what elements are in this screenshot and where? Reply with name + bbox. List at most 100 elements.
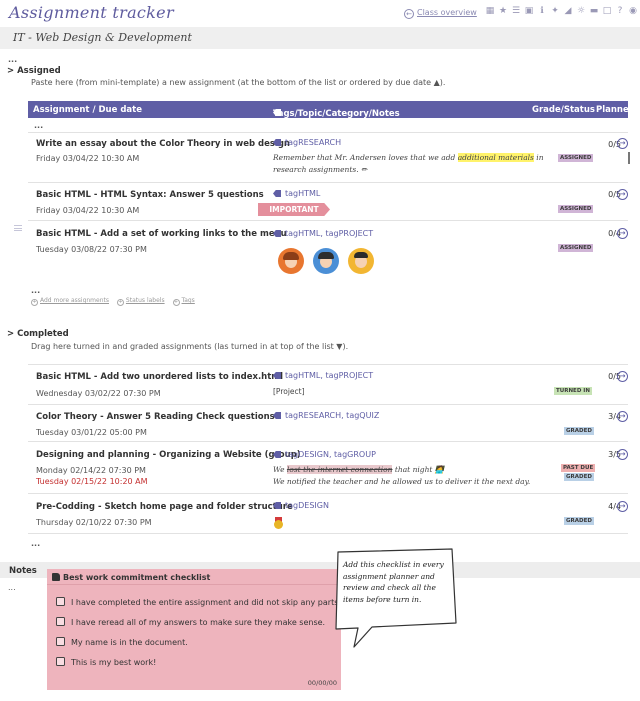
drag-handle-icon[interactable] (14, 225, 22, 231)
add-more-link[interactable]: Add more assignments (40, 297, 109, 304)
note-text: We notified the teacher and he allowed u… (273, 477, 531, 486)
back-arrow-icon: ← (404, 9, 414, 19)
status-labels-link[interactable]: Status labels (126, 297, 165, 304)
due-date: Thursday 02/10/22 07:30 PM (36, 518, 152, 527)
grade-value: 0/5 (608, 140, 621, 149)
checklist-item-text: I have reread all of my answers to make … (71, 618, 326, 627)
assignment-title[interactable]: Basic HTML - Add a set of working links … (36, 229, 287, 239)
tag-icon (273, 190, 281, 197)
help-icon[interactable]: ? (615, 6, 625, 17)
grade-value: 3/4 (608, 412, 621, 421)
tag-text[interactable]: tagRESEARCH (285, 138, 341, 147)
ellipsis-completed: ... (31, 539, 41, 548)
tag-text[interactable]: tagDESIGN (285, 501, 329, 510)
tag-text[interactable]: tagDESIGN, tagGROUP (285, 450, 376, 459)
tag-list: tagRESEARCH, tagQUIZ (273, 411, 379, 420)
assignment-title[interactable]: Designing and planning - Organizing a We… (36, 450, 301, 460)
assignment-title[interactable]: Color Theory - Answer 5 Reading Check qu… (36, 412, 275, 422)
note-text: We (273, 465, 287, 474)
planner-arrow-icon[interactable]: → (617, 228, 628, 239)
note-scrollbar[interactable] (628, 152, 630, 164)
completed-hint: Drag here turned in and graded assignmen… (31, 342, 349, 351)
tag-list: tagDESIGN (273, 501, 329, 510)
notes-label: Notes (9, 566, 37, 576)
notes-ellipsis: ... (8, 583, 16, 592)
checklist-item[interactable]: This is my best work! (56, 657, 156, 667)
completed-heading[interactable]: > Completed (7, 329, 69, 339)
plus-icon: + (31, 299, 38, 306)
tag-text[interactable]: tagRESEARCH, tagQUIZ (285, 411, 379, 420)
checklist-date: 00/00/00 (307, 679, 337, 687)
avatar-man-icon (348, 248, 374, 274)
barcode-icon[interactable]: ▦ (485, 6, 495, 17)
assignment-title[interactable]: Write an essay about the Color Theory in… (36, 139, 290, 149)
table-row[interactable]: Designing and planning - Organizing a We… (28, 442, 628, 492)
note-text: Remember that Mr. Andersen loves that we… (273, 153, 458, 162)
list-icon[interactable]: ☰ (511, 6, 521, 17)
ellipsis-table: ... (34, 121, 44, 130)
document-icon[interactable]: □ (602, 6, 612, 17)
top-bar: Assignment tracker ← Class overview ▦ ★ ☰… (0, 0, 640, 26)
pin-icon[interactable]: ✦ (550, 6, 560, 17)
table-row[interactable]: Write an essay about the Color Theory in… (28, 133, 630, 181)
planner-arrow-icon[interactable]: → (617, 138, 628, 149)
checklist-item-text: I have completed the entire assignment a… (71, 598, 341, 607)
class-overview-link[interactable]: ← Class overview (404, 8, 477, 19)
checkbox[interactable] (56, 597, 65, 606)
checkbox[interactable] (56, 657, 65, 666)
tag-icon (273, 139, 281, 146)
planner-arrow-icon[interactable]: → (617, 371, 628, 382)
sun-icon[interactable]: ☼ (576, 6, 586, 17)
folder-icon[interactable]: ▬ (589, 6, 599, 17)
checkbox[interactable] (56, 617, 65, 626)
grade-value: 3/5 (608, 450, 621, 459)
checklist-item[interactable]: My name is in the document. (56, 637, 188, 647)
row-divider (28, 533, 628, 534)
table-row[interactable]: Basic HTML - HTML Syntax: Answer 5 quest… (28, 183, 628, 219)
subject-title: IT - Web Design & Development (13, 31, 192, 44)
planner-arrow-icon[interactable]: → (617, 411, 628, 422)
planner-arrow-icon[interactable]: → (617, 449, 628, 460)
tags-link[interactable]: Tags (182, 297, 195, 304)
assignments-table-header: Assignment / Due date Tags/Topic/Categor… (28, 101, 633, 119)
grade-value: 4/4 (608, 502, 621, 511)
assignment-title[interactable]: Pre-Codding - Sketch home page and folde… (36, 502, 293, 512)
chart-icon[interactable]: ◢ (563, 6, 573, 17)
tag-text[interactable]: tagHTML (285, 189, 320, 198)
status-badge: ASSIGNED (558, 244, 594, 252)
col-grade: Grade/Status (532, 105, 595, 115)
status-badge: TURNED IN (554, 387, 592, 395)
tag-text[interactable]: tagHTML, tagPROJECT (285, 371, 373, 380)
callout-text: Add this checklist in every assignment p… (343, 560, 444, 604)
info-icon[interactable]: ℹ (537, 6, 547, 17)
grade-value: 0/5 (608, 372, 621, 381)
tag-list: tagHTML (273, 189, 320, 198)
note-strikethrough: lost the internet connection (286, 465, 393, 474)
plus-icon: + (116, 299, 124, 306)
plus-icon: + (172, 299, 180, 306)
assignment-title[interactable]: Basic HTML - Add two unordered lists to … (36, 372, 283, 382)
table-row[interactable]: Pre-Codding - Sketch home page and folde… (28, 494, 628, 532)
checkbox[interactable] (56, 637, 65, 646)
tag-text[interactable]: tagHTML, tagPROJECT (285, 229, 373, 238)
checklist-title: Best work commitment checklist (52, 573, 210, 582)
table-row[interactable]: Basic HTML - Add a set of working links … (28, 221, 628, 283)
assigned-heading[interactable]: > Assigned (7, 66, 61, 76)
checklist-item[interactable]: I have completed the entire assignment a… (56, 597, 341, 607)
class-overview-label: Class overview (417, 8, 477, 17)
assignment-note: We lost the internet connection that nig… (273, 464, 573, 488)
due-date: Tuesday 03/01/22 05:00 PM (36, 428, 147, 437)
checklist-item[interactable]: I have reread all of my answers to make … (56, 617, 325, 627)
bulb-icon[interactable]: ◉ (628, 6, 638, 17)
planner-arrow-icon[interactable]: → (617, 189, 628, 200)
checklist-item-text: This is my best work! (71, 658, 157, 667)
planner-arrow-icon[interactable]: → (617, 501, 628, 512)
checklist-item-text: My name is in the document. (71, 638, 188, 647)
avatar-woman-icon (313, 248, 339, 274)
calendar-icon[interactable]: ▣ (524, 6, 534, 17)
checklist-divider (47, 584, 341, 585)
star-icon[interactable]: ★ (498, 6, 508, 17)
table-row[interactable]: Color Theory - Answer 5 Reading Check qu… (28, 405, 628, 440)
assignment-title[interactable]: Basic HTML - HTML Syntax: Answer 5 quest… (36, 190, 264, 200)
table-row[interactable]: Basic HTML - Add two unordered lists to … (28, 365, 628, 403)
